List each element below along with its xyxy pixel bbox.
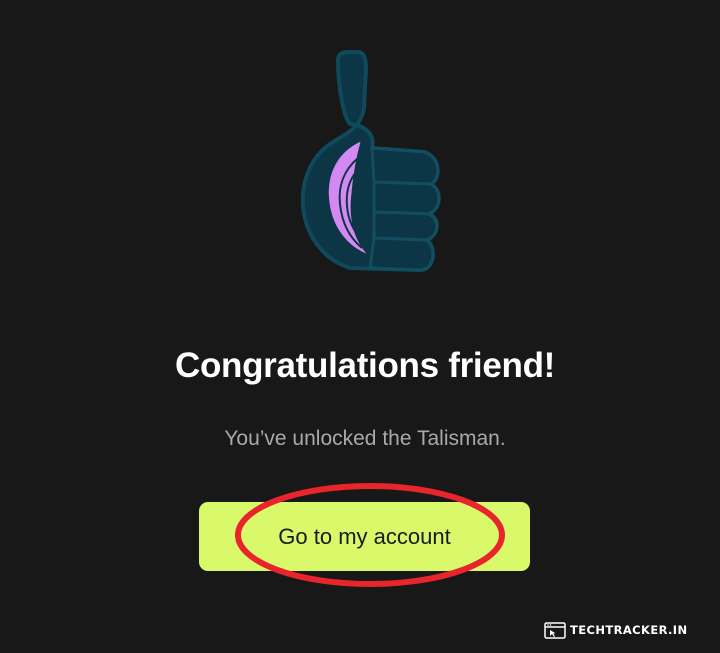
go-to-account-button[interactable]: Go to my account [199,502,530,571]
subtitle-text: You’ve unlocked the Talisman. [224,427,506,450]
thumbs-up-icon [300,50,441,272]
browser-window-icon [544,621,566,639]
watermark: TECHTRACKER.IN [544,620,704,640]
page-title: Congratulations friend! [174,346,556,385]
watermark-text: TECHTRACKER.IN [570,623,688,637]
success-screen: Congratulations friend! You’ve unlocked … [0,0,720,653]
